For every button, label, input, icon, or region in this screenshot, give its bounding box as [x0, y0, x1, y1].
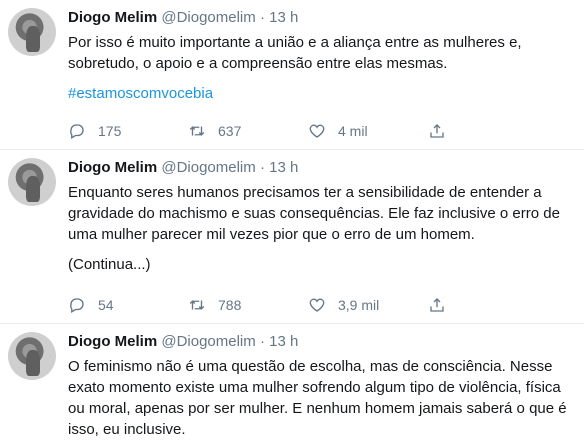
retweet-icon: [189, 300, 205, 310]
share-icon: [430, 298, 444, 312]
author-handle[interactable]: @Diogomelim: [161, 159, 255, 176]
tweet-actions: 175 637 4 mil: [68, 120, 528, 142]
retweet-count: 637: [218, 123, 242, 139]
tweet-header: Diogo Melim @Diogomelim · 13 h: [68, 158, 574, 178]
like-button[interactable]: 3,9 mil: [308, 296, 428, 314]
retweet-button[interactable]: 637: [188, 122, 308, 140]
like-count: 4 mil: [338, 123, 368, 139]
timestamp[interactable]: 13 h: [269, 159, 298, 176]
reply-button[interactable]: 175: [68, 122, 188, 140]
separator: ·: [259, 9, 265, 26]
timeline: Diogo Melim @Diogomelim · 13 h Por isso …: [0, 0, 584, 442]
reply-count: 175: [98, 123, 122, 139]
author-handle[interactable]: @Diogomelim: [161, 333, 255, 350]
like-button[interactable]: 4 mil: [308, 122, 428, 140]
avatar[interactable]: [8, 8, 56, 56]
tweet-text: Enquanto seres humanos precisamos ter a …: [68, 184, 560, 243]
tweet-content: Diogo Melim @Diogomelim · 13 h Enquanto …: [68, 158, 574, 275]
reply-icon: [70, 124, 84, 139]
like-count: 3,9 mil: [338, 297, 380, 313]
tweet[interactable]: Diogo Melim @Diogomelim · 13 h Por isso …: [0, 0, 584, 150]
tweet-header: Diogo Melim @Diogomelim · 13 h: [68, 332, 574, 352]
author-handle[interactable]: @Diogomelim: [161, 9, 255, 26]
reply-count: 54: [98, 297, 114, 313]
share-icon: [430, 124, 444, 138]
reply-icon: [70, 298, 84, 313]
separator: ·: [259, 333, 265, 350]
timestamp[interactable]: 13 h: [269, 9, 298, 26]
heart-icon: [309, 298, 325, 312]
retweet-icon: [189, 126, 205, 136]
separator: ·: [259, 159, 265, 176]
share-button[interactable]: [428, 122, 468, 140]
retweet-button[interactable]: 788: [188, 296, 308, 314]
tweet-content: Diogo Melim @Diogomelim · 13 h O feminis…: [68, 332, 574, 440]
tweet-content: Diogo Melim @Diogomelim · 13 h Por isso …: [68, 8, 574, 104]
timestamp[interactable]: 13 h: [269, 333, 298, 350]
tweet-actions: 54 788 3,9 mil: [68, 294, 528, 316]
tweet-header: Diogo Melim @Diogomelim · 13 h: [68, 8, 574, 28]
avatar[interactable]: [8, 332, 56, 380]
continuation-text: (Continua...): [68, 256, 151, 273]
hashtag-link[interactable]: #estamoscomvocebia: [68, 84, 574, 104]
share-button[interactable]: [428, 296, 468, 314]
author-name[interactable]: Diogo Melim: [68, 159, 157, 176]
tweet[interactable]: Diogo Melim @Diogomelim · 13 h O feminis…: [0, 324, 584, 442]
heart-icon: [309, 124, 325, 138]
author-name[interactable]: Diogo Melim: [68, 333, 157, 350]
reply-button[interactable]: 54: [68, 296, 188, 314]
retweet-count: 788: [218, 297, 242, 313]
tweet[interactable]: Diogo Melim @Diogomelim · 13 h Enquanto …: [0, 150, 584, 324]
author-name[interactable]: Diogo Melim: [68, 9, 157, 26]
tweet-text: Por isso é muito importante a união e a …: [68, 34, 522, 72]
tweet-text: O feminismo não é uma questão de escolha…: [68, 358, 567, 438]
avatar[interactable]: [8, 158, 56, 206]
